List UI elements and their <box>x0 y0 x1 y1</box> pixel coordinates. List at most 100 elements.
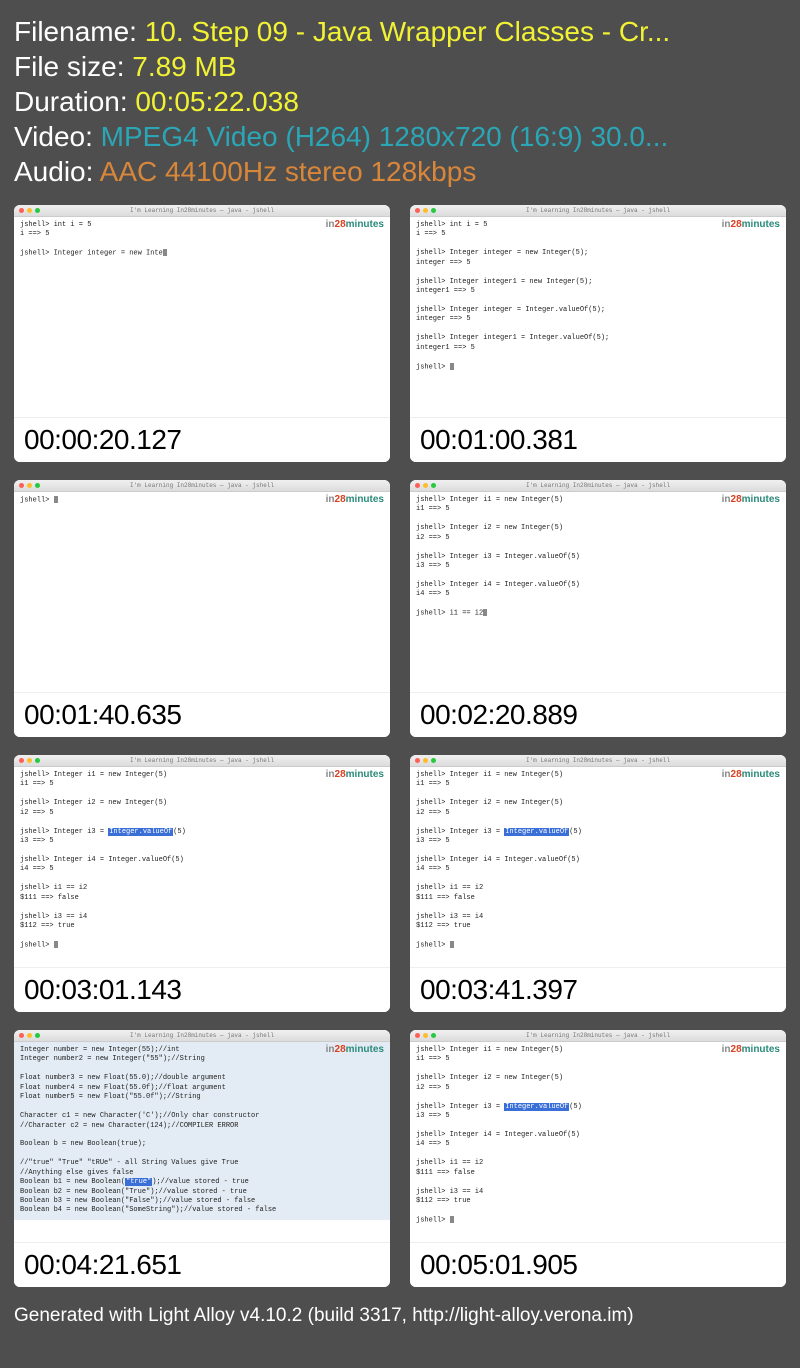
maximize-dot-icon <box>431 758 436 763</box>
brand-logo: in28minutes <box>722 1044 780 1055</box>
maximize-dot-icon <box>431 208 436 213</box>
window-titlebar: I'm Learning In28minutes — java - jshell <box>410 1030 786 1042</box>
thumbnail-card: I'm Learning In28minutes — java - jshell… <box>14 755 390 1012</box>
brand-logo: in28minutes <box>326 1044 384 1055</box>
brand-logo: in28minutes <box>722 769 780 780</box>
timestamp-value: 00:02:20.889 <box>420 699 578 730</box>
audio-row: Audio: AAC 44100Hz stereo 128kbps <box>14 154 786 189</box>
thumbnail-timestamp: 00:04:21.651 <box>14 1242 390 1287</box>
thumbnail-timestamp: 00:03:01.143 <box>14 967 390 1012</box>
code-content: Integer number = new Integer(55);//int I… <box>14 1042 390 1220</box>
maximize-dot-icon <box>35 483 40 488</box>
audio-label: Audio: <box>14 156 93 187</box>
thumbnail-card: I'm Learning In28minutes — java - jshell… <box>14 480 390 737</box>
maximize-dot-icon <box>35 758 40 763</box>
window-titlebar: I'm Learning In28minutes — java - jshell <box>410 205 786 217</box>
brand-logo: in28minutes <box>722 494 780 505</box>
cursor-icon <box>483 609 487 616</box>
minimize-dot-icon <box>423 1033 428 1038</box>
minimize-dot-icon <box>423 758 428 763</box>
footer-text: Generated with Light Alloy v4.10.2 (buil… <box>14 1305 786 1327</box>
close-dot-icon <box>19 758 24 763</box>
minimize-dot-icon <box>27 208 32 213</box>
thumbnail-screenshot: I'm Learning In28minutes — java - jshell… <box>410 755 786 967</box>
minimize-dot-icon <box>27 1033 32 1038</box>
thumbnail-screenshot: I'm Learning In28minutes — java - jshell… <box>14 480 390 692</box>
brand-logo: in28minutes <box>326 769 384 780</box>
window-title: I'm Learning In28minutes — java - jshell <box>130 1032 274 1039</box>
thumbnail-screenshot: I'm Learning In28minutes — java - jshell… <box>14 755 390 967</box>
code-content: jshell> Integer i1 = new Integer(5) i1 =… <box>410 1042 786 1230</box>
cursor-icon <box>54 496 58 503</box>
minimize-dot-icon <box>423 483 428 488</box>
filesize-label: File size: <box>14 51 124 82</box>
video-value: MPEG4 Video (H264) 1280x720 (16:9) 30.0.… <box>101 121 669 152</box>
window-titlebar: I'm Learning In28minutes — java - jshell <box>410 480 786 492</box>
duration-value: 00:05:22.038 <box>135 86 299 117</box>
timestamp-value: 00:03:41.397 <box>420 974 578 1005</box>
close-dot-icon <box>19 1033 24 1038</box>
video-row: Video: MPEG4 Video (H264) 1280x720 (16:9… <box>14 119 786 154</box>
close-dot-icon <box>415 483 420 488</box>
metadata-block: Filename: 10. Step 09 - Java Wrapper Cla… <box>14 14 786 189</box>
cursor-icon <box>54 941 58 948</box>
timestamp-value: 00:01:40.635 <box>24 699 182 730</box>
timestamp-value: 00:03:01.143 <box>24 974 182 1005</box>
window-title: I'm Learning In28minutes — java - jshell <box>130 482 274 489</box>
maximize-dot-icon <box>431 1033 436 1038</box>
duration-label: Duration: <box>14 86 128 117</box>
code-content: jshell> Integer i1 = new Integer(5) i1 =… <box>14 767 390 955</box>
audio-value: AAC 44100Hz stereo 128kbps <box>100 156 477 187</box>
cursor-icon <box>163 249 167 256</box>
cursor-icon <box>450 1216 454 1223</box>
window-title: I'm Learning In28minutes — java - jshell <box>526 1032 670 1039</box>
thumbnail-screenshot: I'm Learning In28minutes — java - jshell… <box>410 480 786 692</box>
thumbnail-timestamp: 00:01:40.635 <box>14 692 390 737</box>
window-titlebar: I'm Learning In28minutes — java - jshell <box>14 480 390 492</box>
close-dot-icon <box>19 208 24 213</box>
thumbnail-card: I'm Learning In28minutes — java - jshell… <box>14 1030 390 1287</box>
cursor-icon <box>450 363 454 370</box>
timestamp-value: 00:05:01.905 <box>420 1249 578 1280</box>
video-label: Video: <box>14 121 93 152</box>
thumbnail-card: I'm Learning In28minutes — java - jshell… <box>410 1030 786 1287</box>
close-dot-icon <box>19 483 24 488</box>
maximize-dot-icon <box>35 1033 40 1038</box>
thumbnail-timestamp: 00:03:41.397 <box>410 967 786 1012</box>
timestamp-value: 00:01:00.381 <box>420 424 578 455</box>
code-content: jshell> Integer i1 = new Integer(5) i1 =… <box>410 767 786 955</box>
code-content: jshell> int i = 5 i ==> 5 jshell> Intege… <box>410 217 786 376</box>
thumbnail-screenshot: I'm Learning In28minutes — java - jshell… <box>410 205 786 417</box>
thumbnail-timestamp: 00:02:20.889 <box>410 692 786 737</box>
brand-logo: in28minutes <box>326 494 384 505</box>
thumbnail-screenshot: I'm Learning In28minutes — java - jshell… <box>410 1030 786 1242</box>
thumbnail-card: I'm Learning In28minutes — java - jshell… <box>410 480 786 737</box>
minimize-dot-icon <box>423 208 428 213</box>
thumbnail-timestamp: 00:05:01.905 <box>410 1242 786 1287</box>
minimize-dot-icon <box>27 758 32 763</box>
window-title: I'm Learning In28minutes — java - jshell <box>526 207 670 214</box>
thumbnail-timestamp: 00:01:00.381 <box>410 417 786 462</box>
close-dot-icon <box>415 758 420 763</box>
window-title: I'm Learning In28minutes — java - jshell <box>130 207 274 214</box>
brand-logo: in28minutes <box>326 219 384 230</box>
minimize-dot-icon <box>27 483 32 488</box>
maximize-dot-icon <box>431 483 436 488</box>
filename-value: 10. Step 09 - Java Wrapper Classes - Cr.… <box>145 16 670 47</box>
thumbnail-card: I'm Learning In28minutes — java - jshell… <box>410 755 786 1012</box>
thumbnail-card: I'm Learning In28minutes — java - jshell… <box>14 205 390 462</box>
window-titlebar: I'm Learning In28minutes — java - jshell <box>14 205 390 217</box>
window-titlebar: I'm Learning In28minutes — java - jshell <box>410 755 786 767</box>
window-title: I'm Learning In28minutes — java - jshell <box>526 482 670 489</box>
thumbnail-screenshot: I'm Learning In28minutes — java - jshell… <box>14 205 390 417</box>
cursor-icon <box>450 941 454 948</box>
close-dot-icon <box>415 208 420 213</box>
code-content: jshell> Integer i1 = new Integer(5) i1 =… <box>410 492 786 623</box>
thumbnail-card: I'm Learning In28minutes — java - jshell… <box>410 205 786 462</box>
filename-row: Filename: 10. Step 09 - Java Wrapper Cla… <box>14 14 786 49</box>
thumbnail-timestamp: 00:00:20.127 <box>14 417 390 462</box>
close-dot-icon <box>415 1033 420 1038</box>
window-titlebar: I'm Learning In28minutes — java - jshell <box>14 755 390 767</box>
brand-logo: in28minutes <box>722 219 780 230</box>
thumbnail-screenshot: I'm Learning In28minutes — java - jshell… <box>14 1030 390 1242</box>
